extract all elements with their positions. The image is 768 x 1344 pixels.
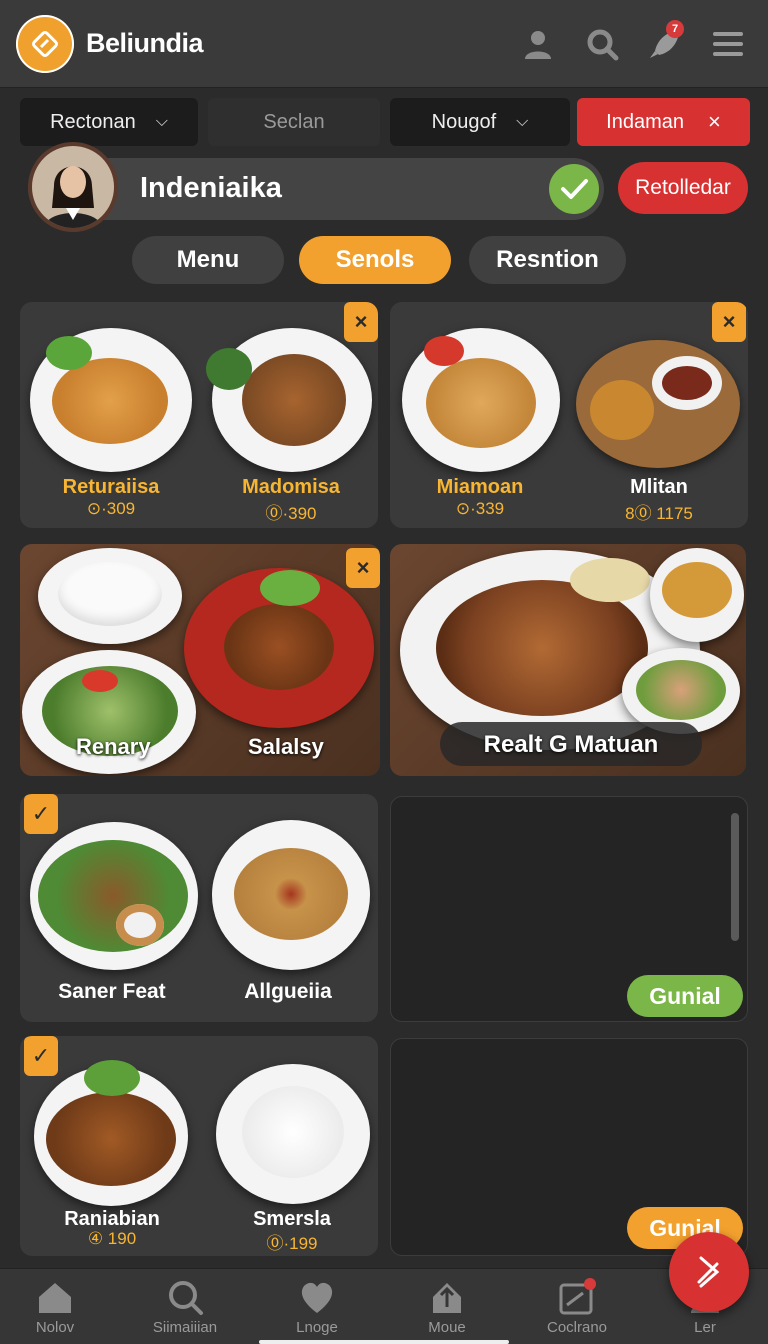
dish-card[interactable]: × Returaiisa ⊙·309 Madomisa ⓪·390 [20,302,378,528]
tab-senols[interactable]: Senols [299,236,451,284]
dish-plate-image [402,328,560,472]
search-button[interactable] [582,24,622,64]
filter-dropdown-rectonan[interactable]: Rectonan ⌵ [20,98,198,146]
profile-name: Indeniaika [140,172,282,204]
profile-action-button[interactable]: Retolledar [618,162,748,214]
dish-price: ⊙·309 [86,499,136,518]
dish-plate-image [30,328,192,472]
dish-name: Smersla [253,1208,331,1230]
rice-bowl-image [38,548,182,644]
close-icon[interactable]: × [708,109,721,135]
nav-item-lnoge[interactable]: Lnoge [262,1277,372,1341]
chevron-down-icon: ⌵ [516,113,529,130]
notification-badge: 7 [666,20,684,38]
nav-label: Ler [694,1319,716,1336]
menu-button[interactable] [708,24,748,64]
nav-label: Lnoge [296,1319,338,1336]
dish-price: ⓪·390 [265,504,317,523]
dish-plate-image [34,1060,188,1206]
dish-name: Madomisa [242,476,340,498]
filter-label: Indaman [606,110,684,133]
dish-price: ⊙·339 [455,499,505,518]
home-icon [39,1283,71,1313]
dish-card[interactable]: × Miamoan ⊙·339 Mlitan 8⓪ 1175 [390,302,748,528]
app-title: Beliundia [86,28,204,58]
selected-check-badge[interactable]: ✓ [24,1036,58,1076]
dish-label: Salalsy [248,734,324,759]
nav-label: Siimaiiian [152,1319,218,1336]
home-indicator[interactable] [259,1340,509,1344]
dish-plate-image [30,822,198,970]
empty-panel: Gunial [390,1038,748,1256]
dish-photo-card[interactable]: Realt G Matuan [390,544,746,776]
confirm-button[interactable] [549,164,599,214]
dish-plate-image [216,1064,370,1204]
remove-badge[interactable]: × [344,302,378,342]
nav-item-moue[interactable]: Moue [392,1277,502,1341]
search-icon [587,29,619,61]
dish-label: Realt G Matuan [483,731,659,758]
selected-check-badge[interactable]: ✓ [24,794,58,834]
heart-icon [301,1282,333,1313]
dish-price: ④ 190 [87,1229,137,1248]
notifications-button[interactable]: 7 [644,20,684,64]
filter-dropdown-nougof[interactable]: Nougof ⌵ [390,98,570,146]
avatar-image [32,146,114,228]
user-icon [525,31,551,59]
house-up-icon [433,1283,461,1313]
remove-badge[interactable]: × [346,548,380,588]
dish-label: Renary [76,734,151,759]
checkmark-icon [561,179,588,199]
nav-item-nolov[interactable]: Nolov [0,1277,110,1341]
empty-panel: Gunial [390,796,748,1022]
dish-photo-card[interactable]: × Renary Salalsy [20,544,380,776]
dish-name: Raniabian [64,1208,160,1230]
top-bar: Beliundia 7 [0,0,768,88]
tab-menu[interactable]: Menu [132,236,284,284]
dish-price: ⓪·199 [266,1234,318,1253]
tab-resntion[interactable]: Resntion [469,236,626,284]
sauce-bowl-image [650,548,744,642]
dish-plate-image [206,328,372,472]
dish-name: Saner Feat [58,980,166,1003]
filter-label: Seclan [263,110,325,133]
dish-card[interactable]: ✓ Saner Feat Allgueiia [20,794,378,1022]
dish-name: Returaiisa [62,476,160,498]
hamburger-menu-icon [713,32,743,56]
chevron-down-icon: ⌵ [155,113,168,130]
filter-seclan[interactable]: Seclan [208,98,380,146]
search-icon [169,1281,203,1315]
remove-badge[interactable]: × [712,302,746,342]
profile-button[interactable] [518,24,558,64]
avatar[interactable] [28,142,118,232]
arrow-right-icon [697,1256,720,1288]
nav-item-siimaiiian[interactable]: Siimaiiian [130,1277,240,1341]
dish-name: Allgueiia [244,980,332,1003]
gunial-button[interactable]: Gunial [627,975,743,1017]
filter-label: Nougof [431,110,497,133]
filter-chip-indaman[interactable]: Indaman × [577,98,750,146]
dish-plate-image [576,340,740,468]
calendar-icon [559,1278,596,1315]
dish-name: Mlitan [630,476,688,498]
app-logo[interactable] [16,15,74,73]
dish-name: Miamoan [436,476,524,498]
dish-price: 8⓪ 1175 [625,504,693,523]
nav-label: Moue [428,1319,466,1336]
next-fab-button[interactable] [669,1232,749,1312]
dish-card[interactable]: ✓ Raniabian ④ 190 Smersla ⓪·199 [20,1036,378,1256]
chicken-plate-image [184,568,374,728]
filter-label: Rectonan [50,110,136,133]
nav-label: Coclrano [546,1319,608,1336]
bottom-navigation: Nolov Siimaiiian Lnoge Moue Coclrano Ler [0,1268,768,1344]
nav-label: Nolov [35,1319,75,1336]
dish-plate-image [212,820,370,970]
tab-bar: Menu Senols Resntion [0,236,768,284]
scrollbar[interactable] [731,813,739,941]
nav-item-coclrano[interactable]: Coclrano [522,1277,632,1341]
filter-bar: Rectonan ⌵ Seclan Nougof ⌵ Indaman × [20,98,750,146]
logo-icon [32,31,58,57]
